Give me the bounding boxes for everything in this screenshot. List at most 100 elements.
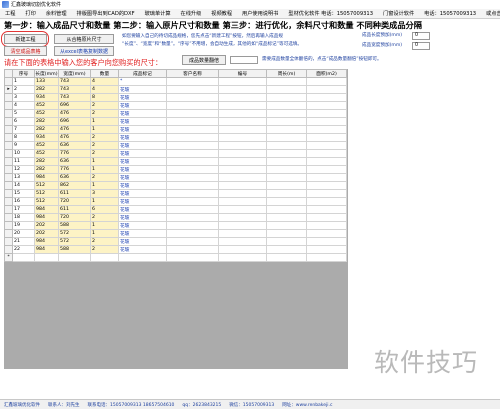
table-cell[interactable] — [166, 117, 219, 126]
table-cell[interactable]: 588 — [58, 221, 91, 230]
length-tolerance-input[interactable]: 0 — [412, 32, 430, 40]
table-cell[interactable] — [166, 229, 219, 238]
table-row[interactable]: 22 984 588 2 花玻 — [4, 245, 347, 254]
table-cell[interactable] — [218, 181, 267, 190]
table-row[interactable]: 9 452 636 2 花玻 — [4, 141, 347, 150]
table-cell[interactable] — [306, 221, 347, 230]
table-cell[interactable] — [166, 173, 219, 182]
menu-item[interactable]: 排版图导出到CAD的DXF — [72, 9, 140, 18]
table-cell[interactable]: 花玻 — [118, 245, 167, 254]
table-cell[interactable]: 572 — [58, 229, 91, 238]
menu-item[interactable]: 玻璃单计算 — [140, 9, 176, 18]
table-cell[interactable]: 1 — [90, 157, 119, 166]
status-website[interactable]: 网址：www.renbakeji.c — [278, 402, 336, 408]
table-cell[interactable] — [306, 109, 347, 118]
table-cell[interactable]: 花玻 — [118, 237, 167, 246]
table-cell[interactable]: 452 — [34, 109, 59, 118]
table-cell[interactable] — [218, 173, 267, 182]
menu-item[interactable]: 门窗设计软件 — [378, 9, 419, 18]
table-cell[interactable] — [306, 237, 347, 246]
table-cell[interactable] — [306, 253, 347, 262]
table-cell[interactable]: 1 — [90, 181, 119, 190]
table-row[interactable]: 17 984 611 6 花玻 — [4, 205, 347, 214]
table-cell[interactable]: 17 — [12, 205, 35, 214]
table-cell[interactable]: 4 — [90, 77, 119, 86]
table-row[interactable]: 11 282 636 1 花玻 — [4, 157, 347, 166]
table-cell[interactable]: 16 — [12, 197, 35, 206]
table-cell[interactable] — [166, 197, 219, 206]
table-cell[interactable]: 花玻 — [118, 197, 167, 206]
table-cell[interactable] — [218, 141, 267, 150]
table-cell[interactable] — [166, 85, 219, 94]
table-cell[interactable] — [218, 221, 267, 230]
table-cell[interactable]: 14 — [12, 181, 35, 190]
table-cell[interactable] — [306, 229, 347, 238]
table-cell[interactable]: 743 — [58, 85, 91, 94]
table-cell[interactable]: 8 — [90, 93, 119, 102]
row-selector[interactable] — [4, 229, 13, 238]
table-cell[interactable]: 20 — [12, 229, 35, 238]
table-cell[interactable] — [266, 133, 307, 142]
table-row[interactable]: 20 202 572 1 花玻 — [4, 229, 347, 238]
row-selector[interactable] — [4, 237, 13, 246]
table-cell[interactable]: 720 — [58, 213, 91, 222]
table-cell[interactable]: 720 — [58, 197, 91, 206]
table-cell[interactable] — [306, 157, 347, 166]
table-cell[interactable]: 4 — [12, 101, 35, 110]
table-cell[interactable]: 3 — [12, 93, 35, 102]
row-selector[interactable] — [4, 221, 13, 230]
row-selector[interactable] — [4, 133, 13, 142]
row-selector[interactable]: ▸ — [4, 85, 13, 94]
table-cell[interactable]: 588 — [58, 245, 91, 254]
table-cell[interactable] — [266, 93, 307, 102]
table-cell[interactable] — [218, 101, 267, 110]
table-cell[interactable] — [166, 109, 219, 118]
table-cell[interactable] — [118, 253, 167, 262]
row-selector[interactable] — [4, 189, 13, 198]
row-selector[interactable] — [4, 125, 13, 134]
table-cell[interactable]: 512 — [34, 181, 59, 190]
table-cell[interactable]: 4 — [90, 85, 119, 94]
table-cell[interactable] — [166, 205, 219, 214]
menu-item[interactable]: 在线升级 — [176, 9, 207, 18]
table-cell[interactable]: 15 — [12, 189, 35, 198]
table-row[interactable]: 5 452 476 2 花玻 — [4, 109, 347, 118]
table-cell[interactable]: 花玻 — [118, 189, 167, 198]
table-cell[interactable] — [266, 245, 307, 254]
row-selector[interactable] — [4, 101, 13, 110]
excel-copy-button[interactable]: 从excel表格复制数据 — [54, 46, 114, 56]
table-cell[interactable] — [306, 173, 347, 182]
table-cell[interactable]: 花玻 — [118, 101, 167, 110]
row-selector[interactable] — [4, 165, 13, 174]
table-cell[interactable] — [166, 157, 219, 166]
table-cell[interactable]: 984 — [34, 213, 59, 222]
row-selector[interactable] — [4, 117, 13, 126]
table-cell[interactable] — [266, 117, 307, 126]
table-cell[interactable]: 696 — [58, 101, 91, 110]
table-cell[interactable]: 636 — [58, 157, 91, 166]
table-cell[interactable]: 636 — [58, 141, 91, 150]
table-cell[interactable] — [218, 245, 267, 254]
table-cell[interactable] — [12, 253, 35, 262]
column-header[interactable]: 周长(m) — [266, 69, 307, 78]
table-row[interactable]: 19 202 588 1 花玻 — [4, 221, 347, 230]
table-cell[interactable] — [306, 125, 347, 134]
table-cell[interactable]: 2 — [90, 213, 119, 222]
table-cell[interactable] — [218, 189, 267, 198]
table-cell[interactable]: 花玻 — [118, 93, 167, 102]
table-cell[interactable]: 862 — [58, 181, 91, 190]
table-row[interactable]: 3 934 743 8 花玻 — [4, 93, 347, 102]
column-header[interactable]: 长度(mm) — [34, 69, 59, 78]
table-cell[interactable]: 19 — [12, 221, 35, 230]
table-cell[interactable]: 512 — [34, 197, 59, 206]
table-cell[interactable]: 2 — [90, 101, 119, 110]
table-cell[interactable]: 1 — [90, 165, 119, 174]
table-row[interactable]: 1 133 743 4 * — [4, 77, 347, 86]
table-cell[interactable] — [266, 189, 307, 198]
table-row[interactable]: 8 934 476 2 花玻 — [4, 133, 347, 142]
table-cell[interactable]: 13 — [12, 173, 35, 182]
table-cell[interactable]: 984 — [34, 245, 59, 254]
table-cell[interactable]: 2 — [90, 245, 119, 254]
table-cell[interactable] — [218, 77, 267, 86]
table-cell[interactable] — [166, 213, 219, 222]
